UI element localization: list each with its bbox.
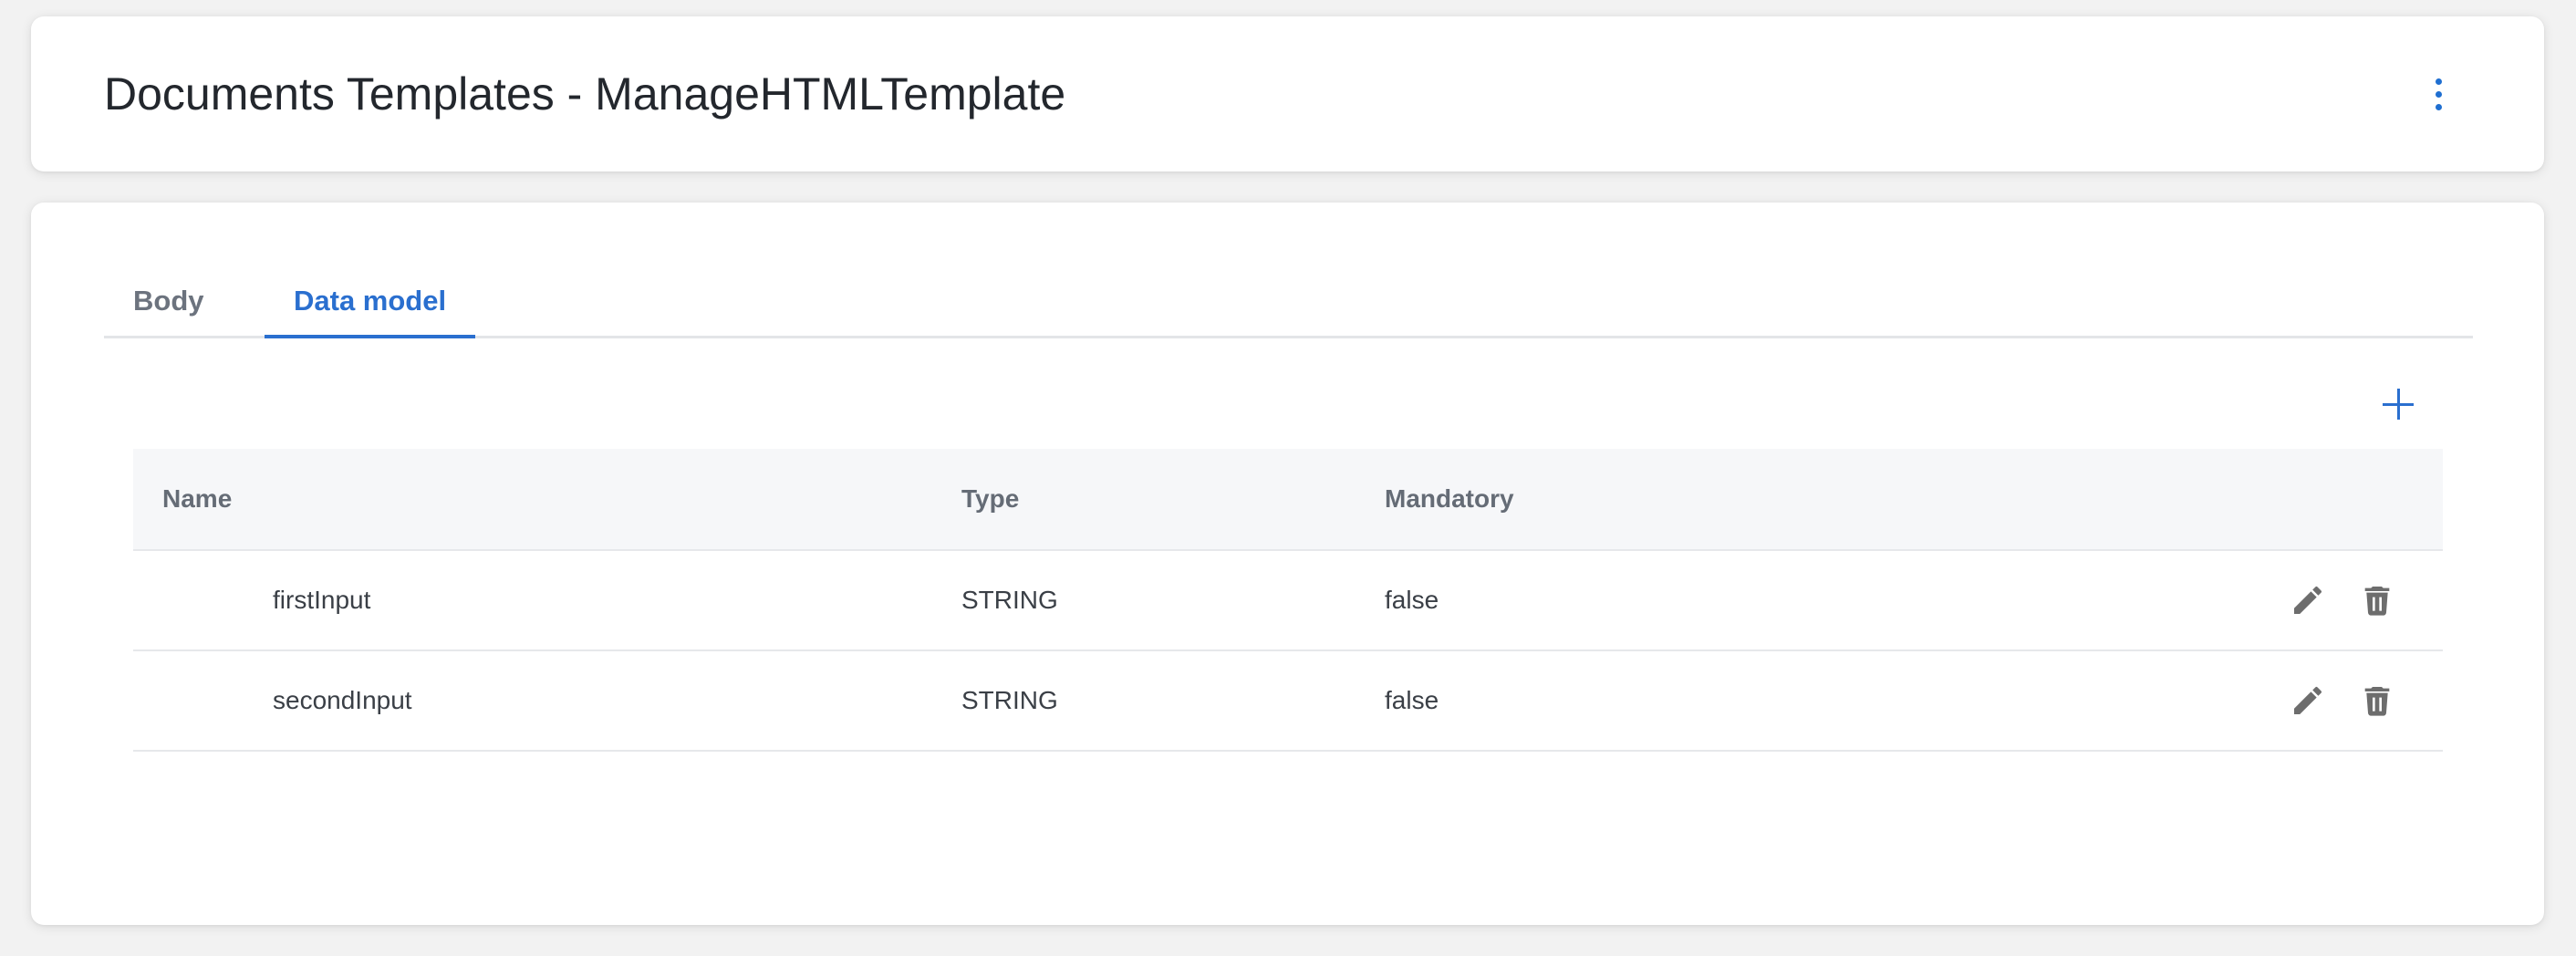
page-title: Documents Templates - ManageHTMLTemplate xyxy=(104,68,1066,120)
column-header-mandatory: Mandatory xyxy=(1385,484,1514,513)
main-content-card: Body Data model Name Type Mandatory firs… xyxy=(31,203,2544,925)
tab-body[interactable]: Body xyxy=(104,266,234,336)
delete-icon[interactable] xyxy=(2359,682,2395,719)
field-type-cell: STRING xyxy=(961,686,1058,714)
edit-icon[interactable] xyxy=(2290,582,2326,618)
edit-icon[interactable] xyxy=(2290,682,2326,719)
column-header-name: Name xyxy=(162,484,233,513)
field-name-cell: secondInput xyxy=(273,686,412,714)
kebab-dot xyxy=(2435,78,2442,85)
data-model-table: Name Type Mandatory firstInput STRING fa… xyxy=(133,449,2443,752)
more-vertical-icon[interactable] xyxy=(2420,69,2457,119)
column-header-type: Type xyxy=(961,484,1020,513)
table-row: secondInput STRING false xyxy=(133,651,2443,752)
kebab-dot xyxy=(2435,103,2442,110)
tab-data-model[interactable]: Data model xyxy=(265,266,476,338)
field-mandatory-cell: false xyxy=(1385,586,1439,614)
kebab-dot xyxy=(2435,90,2442,98)
field-name-cell: firstInput xyxy=(273,586,371,614)
tab-bar: Body Data model xyxy=(104,203,2473,338)
field-mandatory-cell: false xyxy=(1385,686,1439,714)
field-type-cell: STRING xyxy=(961,586,1058,614)
table-header: Name Type Mandatory xyxy=(133,449,2443,551)
page-header-card: Documents Templates - ManageHTMLTemplate xyxy=(31,16,2544,171)
delete-icon[interactable] xyxy=(2359,582,2395,618)
table-row: firstInput STRING false xyxy=(133,551,2443,651)
add-field-button[interactable] xyxy=(2375,381,2421,427)
